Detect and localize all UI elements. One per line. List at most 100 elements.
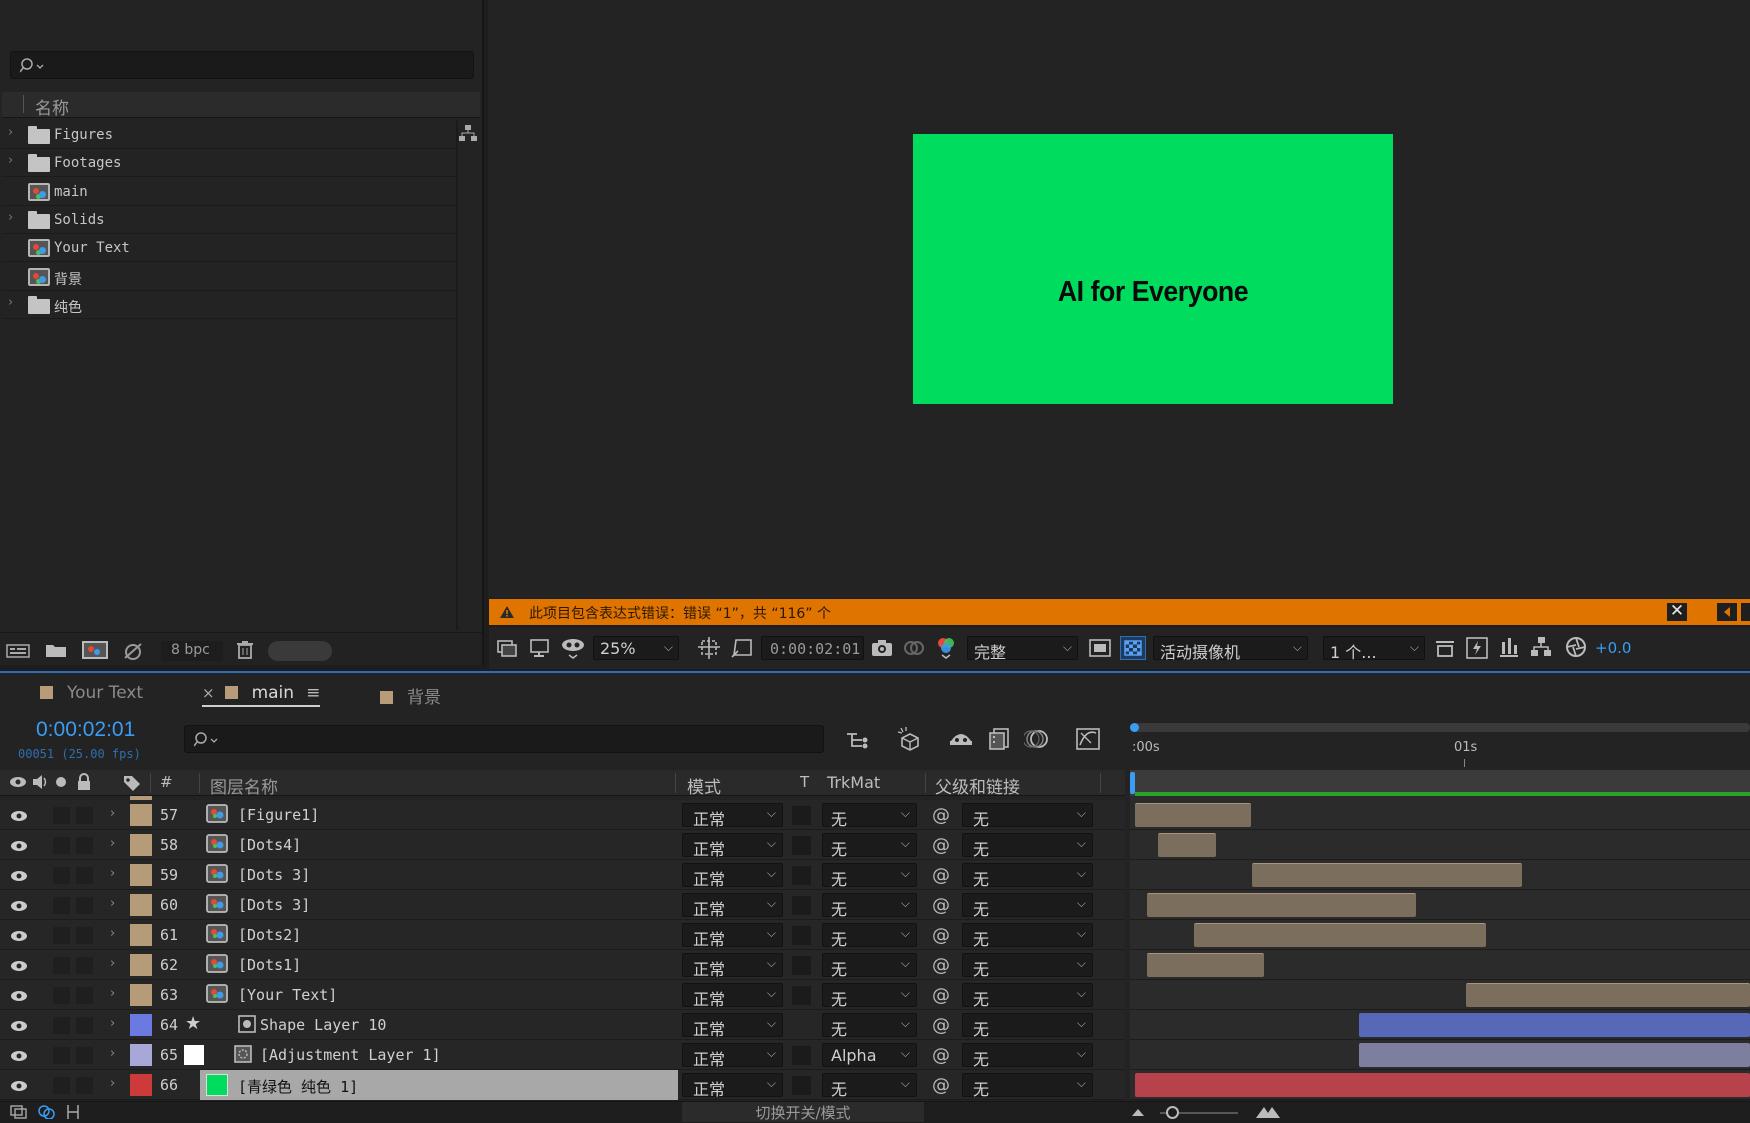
track-matte-dropdown[interactable]: Alpha ⌵ bbox=[822, 1043, 917, 1067]
layer-track[interactable] bbox=[1130, 1040, 1750, 1070]
parent-pick-whip-icon[interactable]: @ bbox=[932, 895, 950, 916]
layer-duration-bar[interactable] bbox=[1194, 923, 1486, 947]
lock-toggle[interactable] bbox=[76, 1017, 93, 1034]
layer-duration-bar[interactable] bbox=[1135, 803, 1251, 827]
trash-icon[interactable] bbox=[236, 640, 254, 660]
region-of-interest-icon[interactable] bbox=[697, 636, 721, 660]
layer-row[interactable]: › 60 [Dots 3] 正常 ⌵ 无 ⌵ @ 无 ⌵ bbox=[0, 890, 1125, 920]
track-matte-dropdown[interactable]: 无 ⌵ bbox=[822, 893, 917, 919]
solo-toggle[interactable] bbox=[53, 1077, 70, 1094]
zoom-dropdown[interactable]: 25% ⌵ bbox=[593, 636, 679, 660]
parent-dropdown[interactable]: 无 ⌵ bbox=[962, 923, 1093, 949]
blend-mode-dropdown[interactable]: 正常 ⌵ bbox=[682, 1073, 783, 1099]
eye-icon[interactable] bbox=[10, 1019, 28, 1033]
new-folder-icon[interactable] bbox=[45, 642, 67, 658]
chevron-right-icon[interactable]: › bbox=[110, 806, 115, 821]
blend-mode-dropdown[interactable]: 正常 ⌵ bbox=[682, 983, 783, 1009]
motion-blur-icon[interactable] bbox=[1024, 727, 1050, 751]
layer-row[interactable]: › 65 [Adjustment Layer 1] 正常 ⌵ Alpha ⌵ @ 无 ⌵ bbox=[0, 1040, 1125, 1070]
lock-toggle[interactable] bbox=[76, 987, 93, 1004]
parent-dropdown[interactable]: 无 ⌵ bbox=[962, 863, 1093, 889]
transparency-grid-icon[interactable] bbox=[730, 636, 754, 660]
layer-track[interactable] bbox=[1130, 1070, 1750, 1100]
flowchart-icon[interactable] bbox=[1530, 636, 1552, 658]
label-color-swatch[interactable] bbox=[130, 1044, 152, 1066]
eye-icon[interactable] bbox=[10, 809, 28, 823]
bit-depth-button[interactable]: 8 bpc bbox=[161, 641, 223, 661]
chevron-right-icon[interactable]: › bbox=[8, 125, 13, 140]
shy-layers-icon[interactable] bbox=[948, 728, 974, 750]
exposure-value[interactable]: +0.0 bbox=[1595, 639, 1631, 657]
eye-icon[interactable] bbox=[10, 929, 28, 943]
project-search-input[interactable] bbox=[10, 51, 474, 79]
thumbnail-slider[interactable] bbox=[268, 641, 332, 661]
zoom-slider-handle[interactable] bbox=[1166, 1106, 1179, 1119]
tab-your-text[interactable]: Your Text bbox=[40, 683, 143, 707]
chevron-right-icon[interactable]: › bbox=[110, 956, 115, 971]
layer-name[interactable]: [Dots 3] bbox=[238, 896, 310, 914]
project-settings-icon[interactable] bbox=[121, 640, 147, 660]
new-composition-icon[interactable] bbox=[82, 640, 108, 660]
graph-editor-icon[interactable] bbox=[1075, 727, 1101, 751]
layer-row[interactable]: › 58 [Dots4] 正常 ⌵ 无 ⌵ @ 无 ⌵ bbox=[0, 830, 1125, 860]
viewer-timecode[interactable]: 0:00:02:01 bbox=[761, 636, 864, 660]
track-matte-dropdown[interactable]: 无 ⌵ bbox=[822, 953, 917, 979]
in-out-icon[interactable] bbox=[64, 1104, 82, 1120]
solo-toggle[interactable] bbox=[53, 807, 70, 824]
views-dropdown[interactable]: 1 个... ⌵ bbox=[1323, 636, 1425, 662]
label-color-swatch[interactable] bbox=[130, 984, 152, 1006]
layer-row[interactable]: › 64 ★ Shape Layer 10 正常 ⌵ 无 ⌵ @ 无 ⌵ bbox=[0, 1010, 1125, 1040]
exposure-icon[interactable] bbox=[1565, 636, 1587, 658]
preserve-transparency-toggle[interactable] bbox=[792, 956, 811, 975]
layer-switches-icon[interactable] bbox=[10, 1105, 28, 1119]
layer-duration-bar[interactable] bbox=[1252, 863, 1522, 887]
preserve-transparency-toggle[interactable] bbox=[792, 1046, 811, 1065]
parent-dropdown[interactable]: 无 ⌵ bbox=[962, 893, 1093, 919]
layer-track[interactable] bbox=[1130, 920, 1750, 950]
layer-duration-bar[interactable] bbox=[1135, 1073, 1750, 1097]
chevron-right-icon[interactable]: › bbox=[110, 986, 115, 1001]
lock-toggle[interactable] bbox=[76, 837, 93, 854]
layer-duration-bar[interactable] bbox=[1466, 983, 1750, 1007]
chevron-right-icon[interactable]: › bbox=[110, 1046, 115, 1061]
layer-row[interactable]: › 63 [Your Text] 正常 ⌵ 无 ⌵ @ 无 ⌵ bbox=[0, 980, 1125, 1010]
preserve-transparency-toggle[interactable] bbox=[792, 926, 811, 945]
lock-toggle[interactable] bbox=[76, 927, 93, 944]
blend-mode-dropdown[interactable]: 正常 ⌵ bbox=[682, 953, 783, 979]
time-ruler[interactable]: :00s 01s bbox=[1130, 723, 1750, 769]
parent-pick-whip-icon[interactable]: @ bbox=[932, 835, 950, 856]
lock-toggle[interactable] bbox=[76, 957, 93, 974]
layer-track[interactable] bbox=[1130, 890, 1750, 920]
solo-toggle[interactable] bbox=[53, 897, 70, 914]
parent-pick-whip-icon[interactable]: @ bbox=[932, 865, 950, 886]
eye-icon[interactable] bbox=[10, 869, 28, 883]
chevron-right-icon[interactable]: › bbox=[110, 1016, 115, 1031]
speaker-icon[interactable] bbox=[32, 774, 50, 790]
parent-pick-whip-icon[interactable]: @ bbox=[932, 805, 950, 826]
fast-previews-icon[interactable] bbox=[1089, 638, 1111, 658]
color-channels-icon[interactable] bbox=[934, 635, 960, 661]
label-color-swatch[interactable] bbox=[130, 1014, 152, 1036]
lock-toggle[interactable] bbox=[76, 897, 93, 914]
resolution-dropdown[interactable]: 完整 ⌵ bbox=[967, 636, 1078, 662]
label-color-swatch[interactable] bbox=[130, 804, 152, 826]
frame-blending-icon[interactable] bbox=[988, 727, 1010, 751]
parent-dropdown[interactable]: 无 ⌵ bbox=[962, 833, 1093, 859]
parent-dropdown[interactable]: 无 ⌵ bbox=[962, 953, 1093, 979]
parent-dropdown[interactable]: 无 ⌵ bbox=[962, 803, 1093, 829]
layer-track[interactable] bbox=[1130, 830, 1750, 860]
project-item-figures[interactable]: › Figures bbox=[2, 121, 456, 149]
layer-name[interactable]: [Your Text] bbox=[238, 986, 337, 1004]
preserve-transparency-toggle[interactable] bbox=[792, 866, 811, 885]
flowchart-icon[interactable] bbox=[458, 124, 478, 142]
track-matte-dropdown[interactable]: 无 ⌵ bbox=[822, 803, 917, 829]
project-item-纯色[interactable]: › 纯色 bbox=[2, 291, 456, 319]
composition-flowchart-icon[interactable] bbox=[845, 728, 871, 752]
layer-track[interactable] bbox=[1130, 800, 1750, 830]
tab-main[interactable]: × main ≡ bbox=[202, 683, 321, 707]
show-snapshot-icon[interactable] bbox=[902, 638, 926, 658]
blend-mode-dropdown[interactable]: 正常 ⌵ bbox=[682, 863, 783, 889]
toggle-switches-modes-button[interactable]: 切换开关/模式 bbox=[682, 1102, 924, 1122]
blend-mode-dropdown[interactable]: 正常 ⌵ bbox=[682, 803, 783, 829]
preserve-transparency-toggle[interactable] bbox=[792, 1076, 811, 1095]
